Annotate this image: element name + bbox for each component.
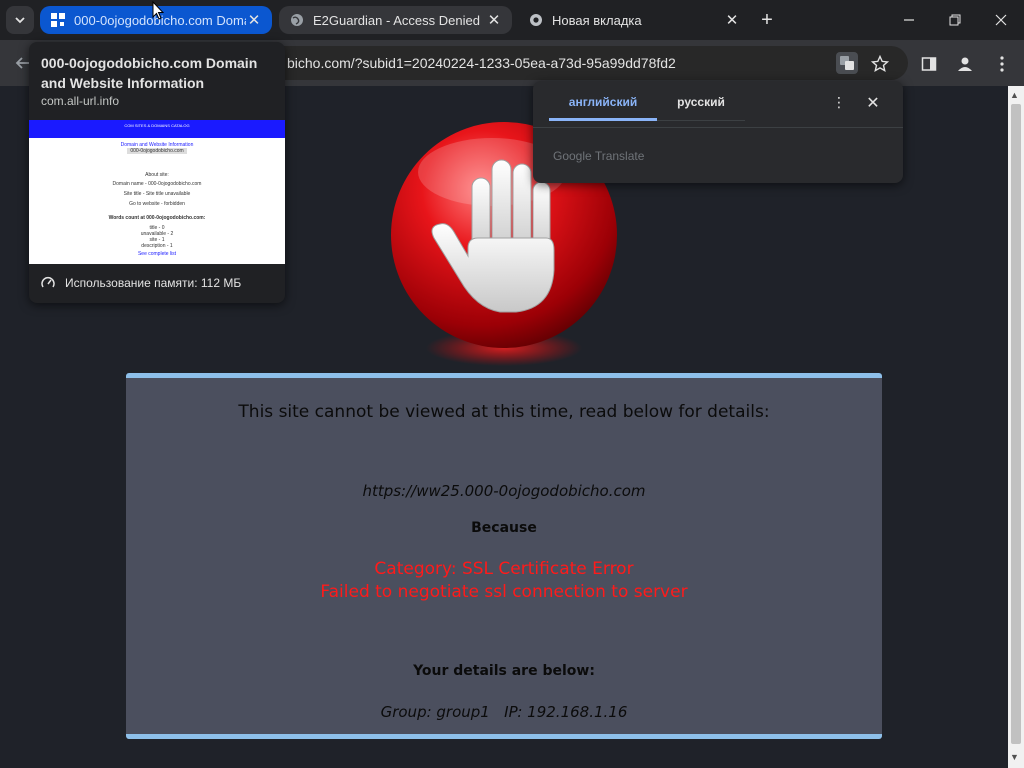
- url-text: bicho.com/?subid1=20240224-1233-05ea-a73…: [287, 55, 676, 71]
- block-reason: Category: SSL Certificate Error Failed t…: [126, 558, 882, 604]
- tab-access-denied[interactable]: E2Guardian - Access Denied ✕: [279, 6, 512, 34]
- hover-card-domain: com.all-url.info: [41, 94, 120, 108]
- close-icon: [995, 14, 1007, 26]
- mouse-cursor-icon: [152, 0, 165, 26]
- thumbnail-text: Words count at 000-0ojogodobicho.com:: [108, 215, 206, 221]
- close-icon[interactable]: ✕: [486, 12, 502, 29]
- profile-avatar-icon[interactable]: [951, 50, 979, 78]
- side-panel-icon[interactable]: [915, 50, 943, 78]
- bookmark-star-icon[interactable]: [866, 50, 894, 78]
- more-options-icon[interactable]: ⋮: [829, 94, 849, 114]
- tab-new-tab[interactable]: Новая вкладка ✕: [518, 6, 750, 34]
- tab-title: Новая вкладка: [552, 12, 642, 28]
- thumbnail-header-bar: COM SITES & DOMAINS CATALOG: [29, 120, 285, 138]
- thumbnail-text: 000-0ojogodobicho.com: [127, 148, 187, 154]
- scroll-down-arrow-icon[interactable]: ▼: [1010, 752, 1019, 762]
- memory-gauge-icon: [41, 277, 55, 288]
- tab-preview-thumbnail: COM SITES & DOMAINS CATALOG Domain and W…: [29, 120, 285, 264]
- thumbnail-header-text: COM SITES & DOMAINS CATALOG: [124, 123, 190, 128]
- chrome-icon: [528, 12, 544, 28]
- minimize-button[interactable]: [886, 0, 932, 40]
- thumbnail-text: Site title - Site title unavailable: [123, 191, 191, 197]
- page-title: This site cannot be viewed at this time,…: [238, 402, 770, 422]
- block-reason-text: Failed to negotiate ssl connection to se…: [320, 582, 688, 602]
- thumbnail-text: About site:: [145, 172, 169, 178]
- translate-bubble: английский русский ⋮ ✕ Google Translate: [533, 81, 903, 183]
- thumbnail-text: See complete list: [137, 251, 177, 257]
- new-tab-button[interactable]: +: [754, 8, 780, 32]
- globe-icon: [289, 12, 305, 28]
- restore-icon: [949, 14, 961, 26]
- translate-tab-target[interactable]: русский: [657, 95, 745, 121]
- thumbnail-text: Domain name - 000-0ojogodobicho.com: [112, 181, 202, 187]
- memory-usage-text: Использование памяти: 112 МБ: [65, 276, 242, 290]
- chevron-down-icon: [15, 17, 25, 24]
- close-window-button[interactable]: [978, 0, 1024, 40]
- scrollbar-thumb[interactable]: [1011, 104, 1021, 744]
- close-icon[interactable]: ✕: [863, 93, 883, 113]
- block-category: Category: SSL Certificate Error: [374, 559, 634, 579]
- access-denied-panel: This site cannot be viewed at this time,…: [126, 373, 882, 739]
- restore-button[interactable]: [932, 0, 978, 40]
- thumbnail-text: Go to website - forbidden: [129, 201, 185, 207]
- close-icon[interactable]: ✕: [246, 12, 262, 29]
- details-heading: Your details are below:: [413, 663, 595, 679]
- translate-tab-source[interactable]: английский: [549, 95, 657, 121]
- memory-usage: Использование памяти: 112 МБ: [41, 276, 241, 290]
- thumbnail-text: description - 1: [141, 243, 173, 249]
- translate-icon[interactable]: [836, 52, 858, 74]
- tab-hover-card: 000-0ojogodobicho.com Domain and Website…: [29, 42, 285, 303]
- group-ip-info: Group: group1 IP: 192.168.1.16: [380, 703, 628, 721]
- because-label: Because: [471, 520, 537, 536]
- close-icon[interactable]: ✕: [724, 12, 740, 29]
- tab-title: E2Guardian - Access Denied: [313, 12, 480, 28]
- minimize-icon: [904, 19, 914, 21]
- more-menu-icon[interactable]: [988, 50, 1016, 78]
- tab-search-button[interactable]: [6, 6, 34, 34]
- hover-card-title: 000-0ojogodobicho.com Domain and Website…: [41, 55, 258, 91]
- blocked-url: https://ww25.000-0ojogodobicho.com: [362, 482, 646, 500]
- scroll-up-arrow-icon[interactable]: ▲: [1010, 90, 1019, 100]
- divider: [533, 127, 903, 128]
- grid-favicon-icon: [50, 12, 66, 28]
- google-translate-label: Google Translate: [553, 149, 645, 163]
